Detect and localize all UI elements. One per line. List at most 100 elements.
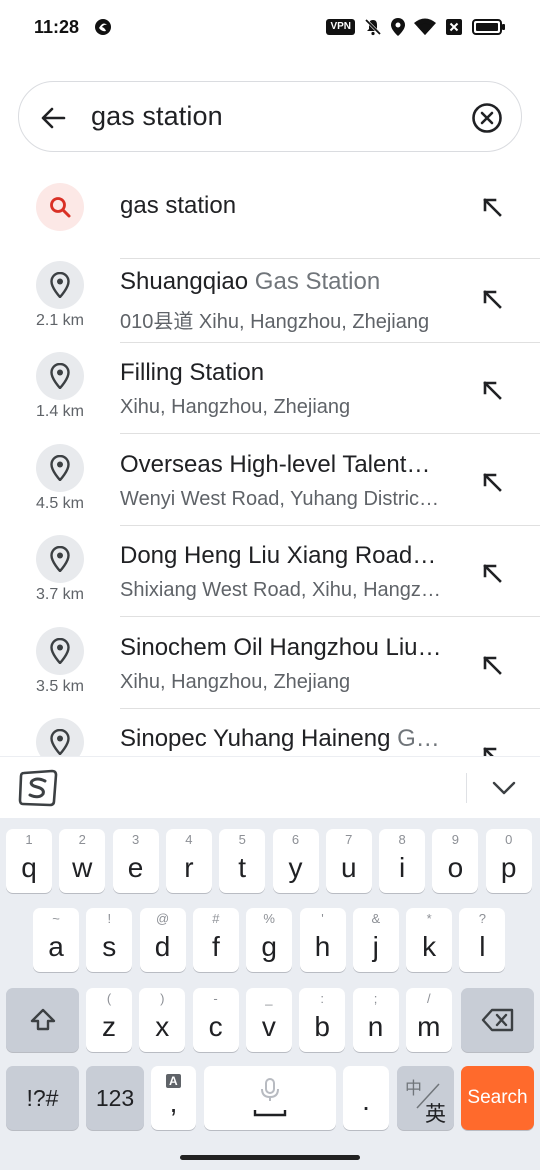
key-label: a	[48, 931, 64, 962]
key-x[interactable]: ) x	[139, 988, 186, 1052]
key-label: g	[261, 931, 277, 962]
numbers-key[interactable]: 123	[86, 1066, 144, 1130]
arrow-up-left-icon[interactable]	[480, 744, 504, 756]
microphone-icon	[253, 1078, 287, 1117]
key-v[interactable]: _ v	[245, 988, 292, 1052]
list-item[interactable]: 4.5 km Overseas High-level Talent… Wenyi…	[0, 435, 540, 526]
sogou-logo-icon[interactable]	[18, 769, 58, 807]
arrow-up-left-icon[interactable]	[480, 470, 504, 494]
search-key[interactable]: Search	[461, 1066, 534, 1130]
divider	[120, 616, 540, 617]
key-r[interactable]: 4r	[165, 829, 212, 893]
location-icon	[391, 18, 405, 36]
key-label: l	[479, 931, 486, 962]
space-key[interactable]	[204, 1066, 336, 1130]
key-m[interactable]: / m	[405, 988, 452, 1052]
key-j[interactable]: & j	[352, 908, 399, 972]
place-title: Sinopec Yuhang Haineng G…	[120, 725, 440, 752]
key-hint: -	[213, 991, 218, 1006]
key-hint: 3	[131, 832, 140, 847]
key-z[interactable]: (z	[86, 988, 132, 1052]
list-item[interactable]: 1.4 km Filling Station Xihu, Hangzhou, Z…	[0, 343, 540, 434]
place-address: 010县道 Xihu, Hangzhou, Zhejiang	[120, 311, 430, 333]
home-indicator[interactable]	[180, 1155, 360, 1160]
key-s[interactable]: ! s	[86, 908, 133, 972]
key-label: v	[261, 1011, 276, 1042]
wifi-icon	[414, 18, 436, 35]
key-q[interactable]: 1q	[6, 829, 52, 893]
search-input[interactable]: gas station	[91, 101, 223, 132]
key-w[interactable]: 2w	[59, 829, 106, 893]
key-label: u	[341, 852, 357, 883]
arrow-up-left-icon[interactable]	[480, 653, 504, 677]
list-item[interactable]: Sinopec Yuhang Haineng G…	[0, 709, 540, 756]
place-pin-icon	[36, 535, 84, 583]
place-address: Wenyi West Road, Yuhang Distric…	[120, 488, 440, 510]
battery-icon	[472, 19, 505, 35]
period-key[interactable]: .	[343, 1066, 389, 1130]
key-t[interactable]: 5t	[219, 829, 266, 893]
status-time: 11:28	[34, 17, 80, 37]
key-label: r	[184, 852, 194, 883]
key-hint: 5	[238, 832, 246, 847]
arrow-left-icon[interactable]	[39, 104, 67, 132]
chevron-down-icon[interactable]	[490, 775, 518, 801]
symbols-key[interactable]: !?#	[6, 1066, 79, 1130]
arrow-up-left-icon[interactable]	[480, 561, 504, 585]
key-label: y	[288, 852, 303, 883]
search-box[interactable]: gas station	[18, 81, 522, 152]
comma-key[interactable]: A ,	[151, 1066, 196, 1130]
key-hint: *	[426, 911, 432, 926]
key-g[interactable]: % g	[246, 908, 293, 972]
arrow-up-left-icon[interactable]	[480, 287, 504, 311]
key-hint: %	[263, 911, 275, 926]
key-hint: 8	[398, 832, 406, 847]
key-l[interactable]: ? l	[459, 908, 506, 972]
key-b[interactable]: :b	[299, 988, 346, 1052]
key-hint: 2	[78, 832, 86, 847]
key-h[interactable]: ' h	[299, 908, 346, 972]
key-f[interactable]: # f	[192, 908, 239, 972]
place-pin-icon	[36, 444, 84, 492]
key-p[interactable]: 0p	[485, 829, 532, 893]
key-label: n	[367, 1011, 384, 1042]
clear-circle-icon[interactable]	[471, 102, 503, 134]
key-label: s	[102, 931, 117, 962]
list-item[interactable]: 3.7 km Dong Heng Liu Xiang Road… Shixian…	[0, 526, 540, 617]
key-d[interactable]: @ d	[139, 908, 186, 972]
key-label: h	[314, 931, 331, 962]
language-switch-key[interactable]: 中 英	[397, 1066, 454, 1130]
key-i[interactable]: 8i	[379, 829, 426, 893]
key-u[interactable]: 7u	[325, 829, 372, 893]
key-hint: 6	[291, 832, 300, 847]
divider	[120, 433, 540, 434]
key-k[interactable]: * k	[406, 908, 453, 972]
key-o[interactable]: 9o	[432, 829, 479, 893]
key-c[interactable]: -c	[192, 988, 239, 1052]
place-address: Xihu, Hangzhou, Zhejiang	[120, 671, 351, 693]
key-hint: 1	[25, 832, 33, 847]
key-e[interactable]: 3e	[112, 829, 159, 893]
key-label: t	[238, 852, 247, 883]
key-label: w	[72, 852, 93, 883]
key-hint: 9	[451, 832, 459, 847]
list-item[interactable]: 3.5 km Sinochem Oil Hangzhou Liu… Xihu, …	[0, 618, 540, 709]
shift-key[interactable]	[6, 988, 79, 1052]
key-a[interactable]: ~ a	[33, 908, 79, 972]
key-label: c	[208, 1011, 223, 1042]
list-item[interactable]: gas station	[0, 168, 540, 259]
keyboard-toolbar	[0, 756, 540, 818]
arrow-up-left-icon[interactable]	[480, 195, 504, 219]
backspace-key[interactable]	[461, 988, 534, 1052]
key-y[interactable]: 6y	[272, 829, 319, 893]
key-label: b	[314, 1011, 330, 1042]
key-label: f	[212, 931, 220, 962]
key-label: j	[372, 931, 379, 962]
key-label: o	[447, 852, 464, 883]
arrow-up-left-icon[interactable]	[480, 378, 504, 402]
key-label: p	[500, 852, 517, 883]
key-label: i	[398, 852, 406, 883]
key-hint: !	[107, 911, 112, 926]
list-item[interactable]: 2.1 km Shuangqiao Gas Station 010县道 Xihu…	[0, 252, 540, 343]
key-n[interactable]: ; n	[352, 988, 399, 1052]
